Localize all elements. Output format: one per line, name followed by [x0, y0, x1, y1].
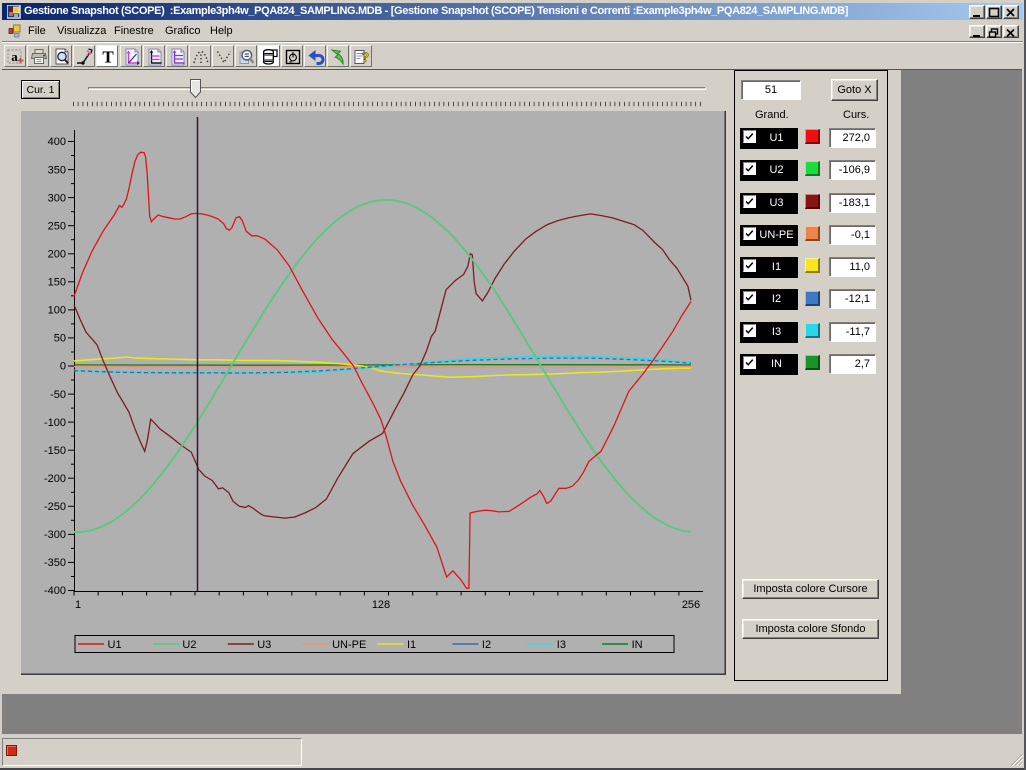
svg-text:-100: -100	[44, 417, 66, 429]
svg-text:-50: -50	[50, 389, 66, 401]
svg-text:150: 150	[48, 277, 66, 289]
svg-text:UN-PE: UN-PE	[332, 639, 366, 651]
svg-text:I1: I1	[407, 639, 416, 651]
svg-text:-250: -250	[44, 501, 66, 513]
svg-text:400: 400	[48, 136, 66, 148]
svg-text:IN: IN	[632, 639, 643, 651]
svg-text:1: 1	[75, 599, 81, 611]
svg-text:-200: -200	[44, 473, 66, 485]
svg-text:-300: -300	[44, 529, 66, 541]
svg-text:50: 50	[54, 333, 66, 345]
svg-text:256: 256	[682, 599, 700, 611]
svg-text:T: T	[102, 48, 114, 66]
svg-text:I2: I2	[482, 639, 491, 651]
svg-text:-350: -350	[44, 557, 66, 569]
svg-text:350: 350	[48, 164, 66, 176]
svg-text:U1: U1	[108, 639, 122, 651]
svg-text:?: ?	[362, 50, 370, 66]
svg-text:300: 300	[48, 192, 66, 204]
svg-text:U3: U3	[257, 639, 271, 651]
svg-text:-150: -150	[44, 445, 66, 457]
svg-text:0: 0	[60, 361, 66, 373]
svg-text:200: 200	[48, 249, 66, 261]
svg-text:128: 128	[372, 599, 390, 611]
svg-text:100: 100	[48, 305, 66, 317]
svg-text:a: a	[11, 49, 18, 64]
svg-text:I3: I3	[557, 639, 566, 651]
svg-text:U2: U2	[182, 639, 196, 651]
svg-text:250: 250	[48, 220, 66, 232]
svg-text:-400: -400	[44, 585, 66, 597]
